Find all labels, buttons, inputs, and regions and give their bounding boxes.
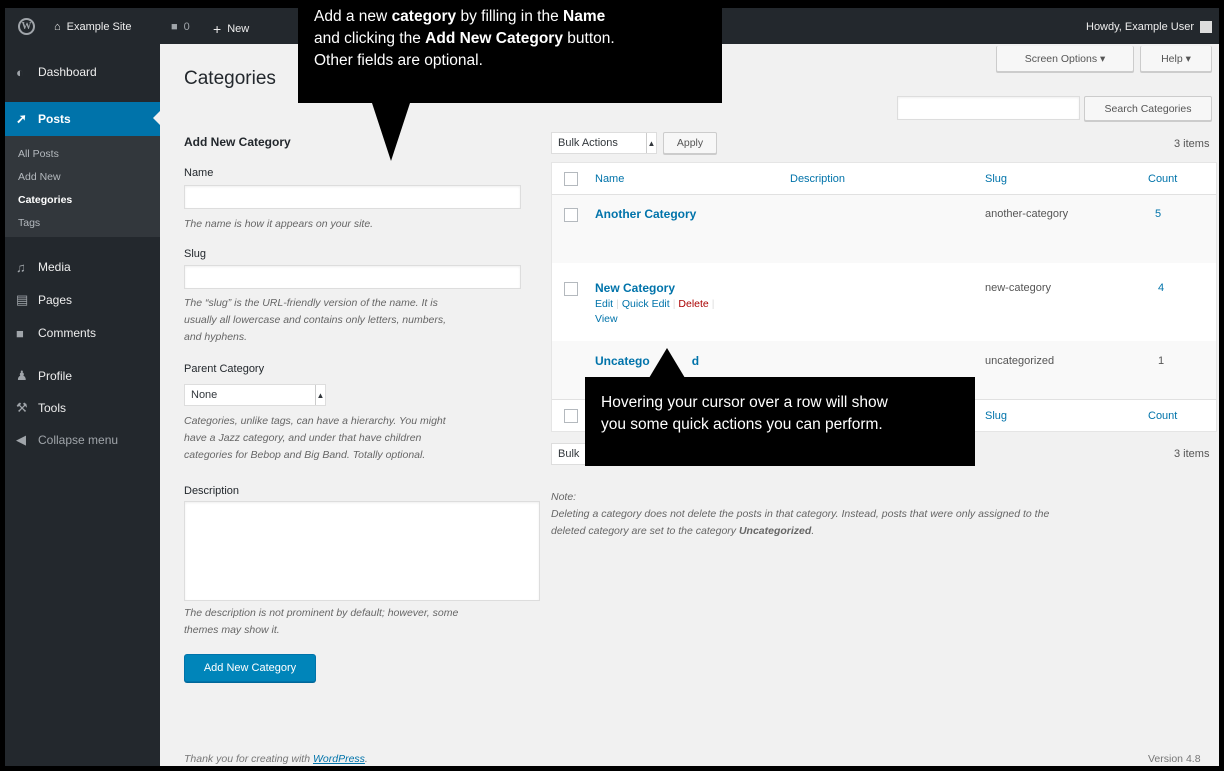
screenshot-frame bbox=[0, 0, 1224, 771]
